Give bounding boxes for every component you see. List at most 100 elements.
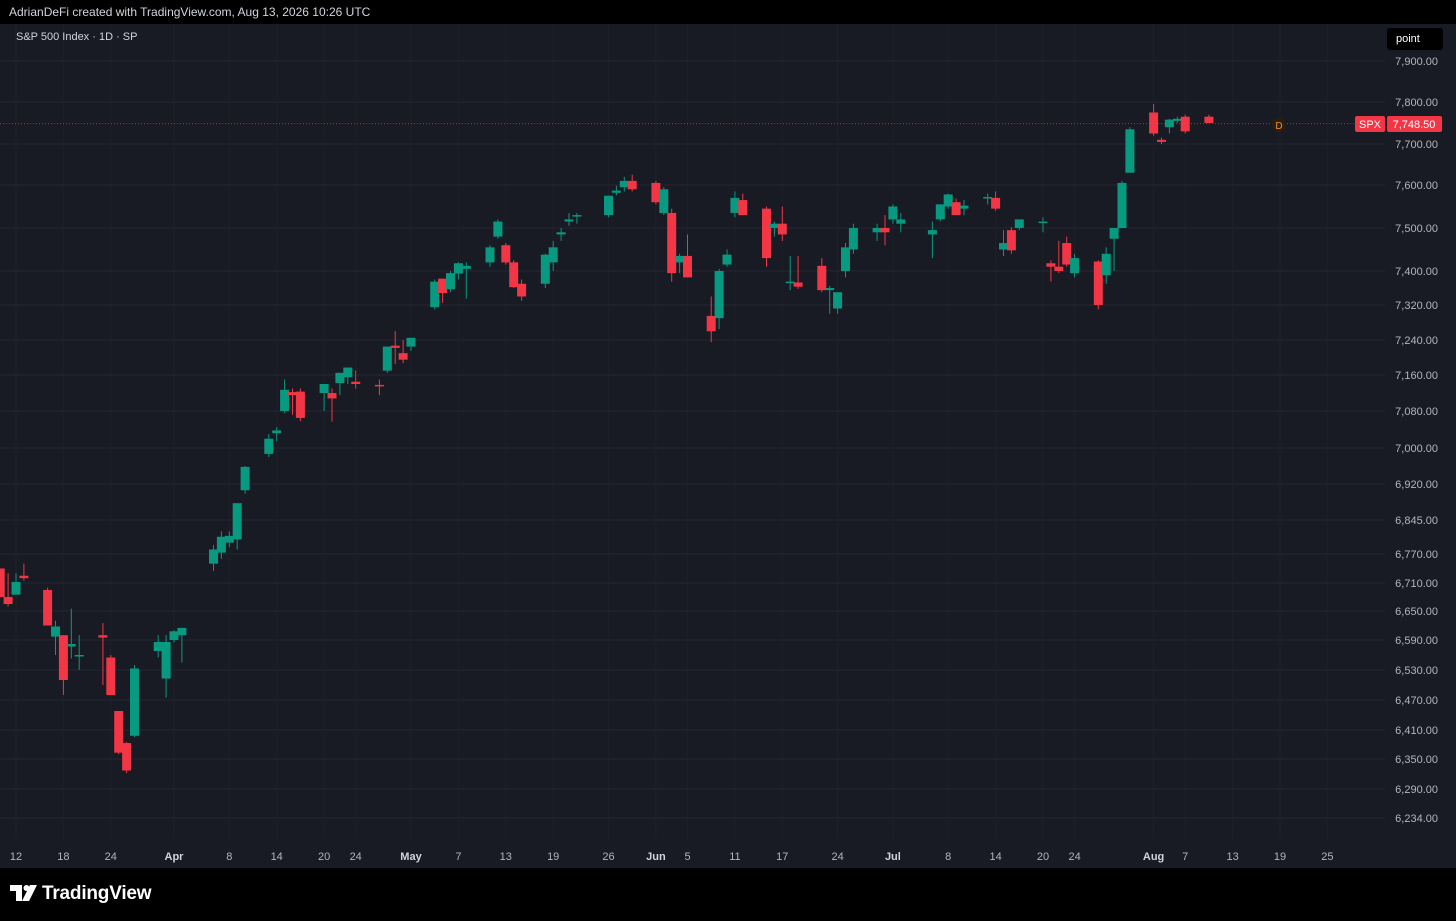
candle <box>122 742 132 773</box>
candle <box>722 249 732 267</box>
time-axis-label: 24 <box>1068 851 1080 863</box>
candle-body <box>659 189 669 213</box>
candle-body <box>493 221 503 237</box>
candle <box>3 573 13 607</box>
candle <box>130 665 139 738</box>
scale-unit-button[interactable]: point <box>1387 28 1443 50</box>
candle <box>1157 137 1166 144</box>
candle-body <box>1109 228 1119 239</box>
price-axis-label: 7,700.00 <box>1395 139 1438 151</box>
candle <box>264 434 274 457</box>
candle-body <box>406 337 416 347</box>
candle-body <box>398 353 408 360</box>
price-tag-symbol: SPX <box>1359 119 1382 131</box>
candle <box>51 620 60 655</box>
candle <box>430 279 440 310</box>
candle-body <box>1117 182 1127 228</box>
candle <box>896 212 906 233</box>
time-axis-label: Aug <box>1143 851 1164 863</box>
branding-footer: TradingView <box>0 868 1456 921</box>
candle <box>1164 118 1174 134</box>
time-axis-label: 12 <box>10 851 22 863</box>
candle-body <box>19 575 29 579</box>
candle-body <box>319 384 329 393</box>
time-axis-label: 7 <box>455 851 461 863</box>
candle-body <box>295 391 305 418</box>
candle-body <box>556 232 566 235</box>
candle <box>564 212 574 226</box>
price-axis-label: 7,400.00 <box>1395 266 1438 278</box>
candle <box>793 255 803 289</box>
candle-body <box>0 568 5 597</box>
candle <box>438 278 448 303</box>
candle-body <box>564 219 574 222</box>
candle-body <box>240 466 250 491</box>
candle-body <box>999 243 1008 250</box>
candle-body <box>572 215 582 217</box>
time-axis-label: Jun <box>646 851 666 863</box>
candle-body <box>833 292 843 309</box>
time-axis-label: 8 <box>226 851 232 863</box>
candle-body <box>762 208 771 259</box>
candle <box>106 655 116 695</box>
candle <box>1149 104 1159 136</box>
candle-body <box>335 372 345 384</box>
candle-body <box>1093 261 1103 305</box>
candle <box>335 372 345 396</box>
price-axis-label: 7,800.00 <box>1395 97 1438 109</box>
attribution-bar: AdrianDeFi created with TradingView.com,… <box>0 0 1456 24</box>
candle-body <box>161 642 171 679</box>
candle-body <box>951 202 961 216</box>
candle-body <box>927 230 937 235</box>
candle-body <box>959 205 969 209</box>
candle <box>58 635 68 695</box>
candle-body <box>722 254 732 265</box>
candle <box>959 200 969 216</box>
candle-body <box>706 315 716 332</box>
candle <box>935 204 945 222</box>
candle-body <box>272 430 282 434</box>
candle <box>1117 180 1127 228</box>
time-axis-label: 20 <box>1037 851 1049 863</box>
price-axis[interactable]: 6,234.00 6,290.00 6,350.00 6,410.00 6,470.00… <box>1395 56 1438 825</box>
candle-body <box>825 288 835 291</box>
candle-body <box>738 200 748 216</box>
candle <box>738 193 748 216</box>
candle <box>319 384 329 411</box>
candle-body <box>1046 263 1056 267</box>
candle <box>351 370 361 389</box>
candle-body <box>1172 118 1182 121</box>
time-axis[interactable]: 12 18 24 Apr 8 14 20 24 May 7 13 19 26 Jun 5 11 17 24 Jul 8… <box>10 851 1334 863</box>
symbol-legend[interactable]: S&P 500 Index · 1D · SP <box>16 31 137 43</box>
candle <box>461 262 471 299</box>
candle <box>556 228 566 241</box>
candle-body <box>1125 129 1135 173</box>
candle-body <box>74 655 84 657</box>
candlestick-chart[interactable]: 6,234.00 6,290.00 6,350.00 6,410.00 6,470.00… <box>0 24 1456 868</box>
candle-body <box>1006 230 1016 251</box>
candle <box>295 388 305 422</box>
candle-body <box>351 381 361 384</box>
candle <box>1101 247 1111 284</box>
candle-body <box>817 265 827 291</box>
candle-body <box>501 245 511 263</box>
candle-body <box>66 644 76 647</box>
candle <box>509 260 519 288</box>
candle <box>817 258 827 293</box>
candle-body <box>730 197 740 213</box>
candle-body <box>841 247 850 271</box>
chart-panel[interactable]: 6,234.00 6,290.00 6,350.00 6,410.00 6,470.00… <box>0 24 1456 868</box>
candle-body <box>683 255 692 278</box>
time-axis-label: 14 <box>989 851 1001 863</box>
price-axis-label: 6,590.00 <box>1395 635 1438 647</box>
candle <box>604 195 613 218</box>
candle <box>406 337 416 351</box>
candle <box>1014 219 1024 231</box>
candle <box>1038 217 1048 233</box>
tradingview-logo-icon <box>10 885 37 901</box>
candle-body <box>1054 266 1064 271</box>
candle <box>548 240 558 271</box>
candle-body <box>98 635 108 638</box>
candle-body <box>153 642 163 651</box>
candle-body <box>714 271 724 319</box>
